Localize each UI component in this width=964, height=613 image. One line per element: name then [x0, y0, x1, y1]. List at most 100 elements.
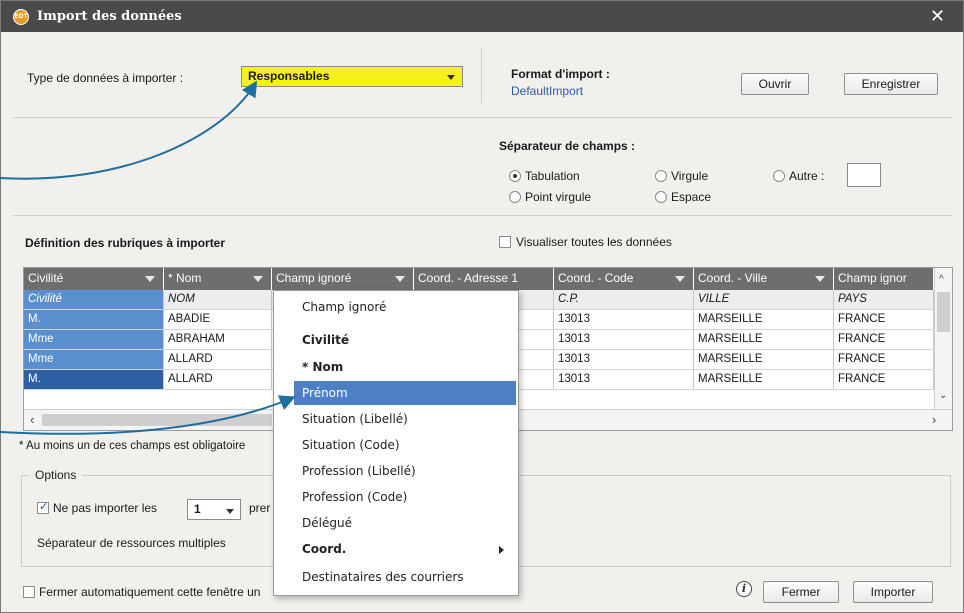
- menu-item-destinataires[interactable]: Destinataires des courriers: [294, 565, 516, 589]
- chevron-down-icon: [145, 276, 155, 282]
- menu-item-champ-ignore[interactable]: Champ ignoré: [294, 295, 516, 319]
- radio-espace[interactable]: [655, 191, 667, 203]
- close-button[interactable]: Fermer: [763, 581, 839, 603]
- multi-separator-label: Séparateur de ressources multiples: [37, 536, 226, 550]
- chevron-down-icon: [447, 75, 455, 80]
- menu-item-profession-code[interactable]: Profession (Code): [294, 485, 516, 509]
- auto-close-label: Fermer automatiquement cette fenêtre un: [39, 585, 261, 599]
- menu-item-coord[interactable]: Coord.: [294, 537, 516, 561]
- show-all-checkbox[interactable]: [499, 236, 511, 248]
- menu-item-situation-code[interactable]: Situation (Code): [294, 433, 516, 457]
- data-type-select[interactable]: Responsables: [241, 66, 463, 87]
- column-header[interactable]: Coord. - Code: [554, 268, 694, 290]
- vertical-scrollbar[interactable]: ^ ⌄: [934, 268, 952, 409]
- menu-item-nom[interactable]: * Nom: [294, 355, 516, 379]
- scroll-thumb[interactable]: [937, 292, 950, 332]
- horizontal-divider: [13, 215, 953, 216]
- grid-cell[interactable]: ABRAHAM: [164, 330, 272, 350]
- grid-cell[interactable]: MARSEILLE: [694, 330, 834, 350]
- radio-tabulation-label: Tabulation: [525, 169, 580, 183]
- app-logo-icon: EDT: [13, 9, 29, 25]
- import-format-label: Format d'import :: [511, 67, 610, 81]
- other-separator-input[interactable]: [847, 163, 881, 187]
- grid-cell[interactable]: MARSEILLE: [694, 350, 834, 370]
- grid-cell[interactable]: FRANCE: [834, 330, 934, 350]
- grid-cell[interactable]: Civilité: [24, 290, 164, 310]
- grid-cell[interactable]: ALLARD: [164, 350, 272, 370]
- definition-label: Définition des rubriques à importer: [25, 236, 226, 250]
- info-icon[interactable]: i: [736, 581, 752, 597]
- radio-point-virgule-label: Point virgule: [525, 190, 592, 204]
- chevron-right-icon: [499, 546, 504, 554]
- column-header[interactable]: Coord. - Adresse 1: [414, 268, 554, 290]
- import-format-value[interactable]: DefaultImport: [511, 84, 583, 98]
- grid-cell[interactable]: 13013: [554, 310, 694, 330]
- grid-cell[interactable]: PAYS: [834, 290, 934, 310]
- title-bar: EDT Import des données ✕: [1, 1, 963, 32]
- save-button[interactable]: Enregistrer: [844, 73, 938, 95]
- data-type-value: Responsables: [248, 69, 330, 83]
- required-note: * Au moins un de ces champs est obligato…: [19, 440, 246, 452]
- grid-cell[interactable]: M.: [24, 310, 164, 330]
- grid-cell[interactable]: M.: [24, 370, 164, 390]
- grid-cell[interactable]: FRANCE: [834, 370, 934, 390]
- open-button[interactable]: Ouvrir: [741, 73, 809, 95]
- skip-lines-checkbox[interactable]: [37, 500, 49, 514]
- column-header[interactable]: * Nom: [164, 268, 272, 290]
- grid-header: Civilité * Nom Champ ignoré Coord. - Adr…: [24, 268, 952, 290]
- grid-cell[interactable]: 13013: [554, 370, 694, 390]
- column-header[interactable]: Champ ignor: [834, 268, 934, 290]
- skip-lines-label: Ne pas importer les: [53, 501, 158, 515]
- skip-lines-suffix: prer: [249, 501, 271, 515]
- chevron-right-icon[interactable]: ›: [932, 412, 936, 427]
- radio-espace-label: Espace: [671, 190, 712, 204]
- window-title: Import des données: [37, 9, 182, 24]
- chevron-down-icon[interactable]: ⌄: [939, 390, 947, 401]
- chevron-up-icon[interactable]: ^: [939, 274, 944, 285]
- grid-cell[interactable]: 13013: [554, 350, 694, 370]
- menu-item-civilite[interactable]: Civilité: [294, 328, 516, 352]
- radio-virgule[interactable]: [655, 170, 667, 182]
- skip-lines-select[interactable]: 1: [187, 499, 241, 520]
- column-header[interactable]: Coord. - Ville: [694, 268, 834, 290]
- grid-cell[interactable]: FRANCE: [834, 310, 934, 330]
- grid-cell[interactable]: C.P.: [554, 290, 694, 310]
- grid-cell[interactable]: FRANCE: [834, 350, 934, 370]
- options-label: Options: [29, 468, 83, 482]
- grid-cell[interactable]: Mme: [24, 350, 164, 370]
- chevron-left-icon[interactable]: ‹: [30, 412, 34, 427]
- radio-point-virgule[interactable]: [509, 191, 521, 203]
- auto-close-checkbox[interactable]: [23, 586, 35, 598]
- grid-cell[interactable]: ALLARD: [164, 370, 272, 390]
- field-type-menu: Champ ignoré Civilité * Nom Prénom Situa…: [273, 290, 519, 596]
- radio-autre[interactable]: [773, 170, 785, 182]
- grid-cell[interactable]: MARSEILLE: [694, 370, 834, 390]
- grid-cell[interactable]: 13013: [554, 330, 694, 350]
- menu-item-profession-libelle[interactable]: Profession (Libellé): [294, 459, 516, 483]
- scroll-thumb[interactable]: [42, 414, 272, 426]
- radio-autre-label: Autre :: [789, 169, 825, 183]
- column-header[interactable]: Champ ignoré: [272, 268, 414, 290]
- menu-item-prenom[interactable]: Prénom: [294, 381, 516, 405]
- menu-item-situation-libelle[interactable]: Situation (Libellé): [294, 407, 516, 431]
- chevron-down-icon: [395, 276, 405, 282]
- grid-cell[interactable]: VILLE: [694, 290, 834, 310]
- chevron-down-icon: [226, 509, 234, 514]
- chevron-down-icon: [675, 276, 685, 282]
- menu-item-coord-label: Coord.: [302, 542, 347, 556]
- show-all-label: Visualiser toutes les données: [516, 235, 672, 249]
- field-separator-label: Séparateur de champs :: [499, 139, 636, 153]
- import-dialog: EDT Import des données ✕ Type de données…: [0, 0, 964, 613]
- menu-item-delegue[interactable]: Délégué: [294, 511, 516, 535]
- radio-tabulation[interactable]: [509, 170, 521, 182]
- grid-cell[interactable]: Mme: [24, 330, 164, 350]
- grid-cell[interactable]: NOM: [164, 290, 272, 310]
- chevron-down-icon: [253, 276, 263, 282]
- grid-cell[interactable]: ABADIE: [164, 310, 272, 330]
- column-header[interactable]: Civilité: [24, 268, 164, 290]
- close-icon[interactable]: ✕: [930, 6, 945, 27]
- import-button[interactable]: Importer: [853, 581, 933, 603]
- grid-cell[interactable]: MARSEILLE: [694, 310, 834, 330]
- horizontal-divider: [13, 117, 953, 118]
- chevron-down-icon: [815, 276, 825, 282]
